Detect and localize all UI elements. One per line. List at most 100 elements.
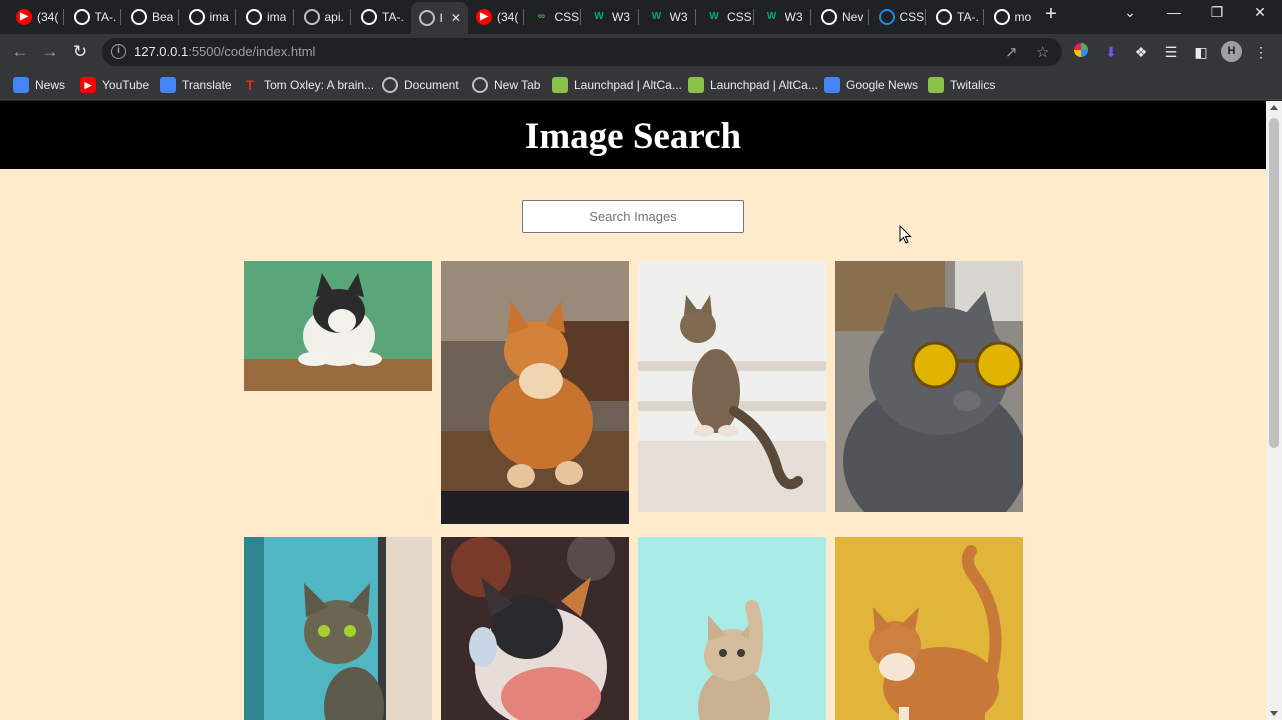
browser-tab[interactable]: ima [238,3,292,30]
browser-tab[interactable]: W CSS [698,3,752,30]
menu-kebab-icon[interactable]: ⋮ [1251,42,1271,62]
youtube-icon: ▶ [16,8,32,25]
browser-tab[interactable]: TA-. [66,3,120,30]
bookmark-star-icon[interactable]: ☆ [1036,43,1049,61]
close-tab-icon[interactable]: ✕ [451,11,461,25]
url-text[interactable]: 127.0.0.1:5500/code/index.html [134,44,315,59]
document-icon [246,8,262,25]
tab-separator [752,9,754,25]
page-scrollbar[interactable] [1266,101,1282,720]
address-bar[interactable]: i 127.0.0.1:5500/code/index.html ↗ ☆ [102,38,1062,66]
cat-calico-red-image [441,537,629,720]
reload-icon[interactable]: ↻ [69,41,91,63]
github-icon [936,8,952,25]
browser-tab[interactable]: TA-. [353,3,407,30]
tab-separator [292,9,294,25]
back-icon[interactable]: ← [9,41,31,63]
tab-title: (34( [37,9,59,24]
download-extension-icon[interactable]: ⬇ [1101,42,1121,62]
github-icon [361,8,377,25]
site-info-icon[interactable]: i [111,44,126,59]
bookmark-item[interactable]: ▶ YouTube [80,77,149,93]
tab-title: CSS [554,9,580,24]
cat-image[interactable] [244,537,432,720]
browser-tab[interactable]: ∞ CSS [526,3,580,30]
bookmark-item[interactable]: Google News [824,77,918,93]
share-icon[interactable]: ↗ [1005,43,1018,61]
cat-image[interactable] [638,537,826,720]
browser-tab[interactable]: ▶ (34( [468,3,522,30]
bookmark-item[interactable]: News [13,77,65,93]
side-panel-icon[interactable]: ◧ [1191,42,1211,62]
chart-icon [688,77,704,93]
scroll-down-icon[interactable] [1270,711,1278,716]
cat-image[interactable] [441,261,629,524]
google-icon [993,8,1010,25]
tab-separator [867,9,869,25]
scrollbar-thumb[interactable] [1269,118,1279,448]
mouse-cursor-icon [899,225,912,244]
cat-tabby-stairs-image [638,261,826,512]
browser-tab[interactable]: W W3 [641,3,695,30]
tab-title: TA-. [94,9,117,24]
close-window-icon[interactable]: ✕ [1245,4,1275,21]
reading-list-icon[interactable]: ☰ [1161,42,1181,62]
browser-tab[interactable]: W W3 [583,3,637,30]
w3schools-icon: W [594,11,604,22]
bookmark-label: Launchpad | AltCa... [574,78,682,92]
w3schools-icon: W [651,11,662,22]
restore-icon[interactable]: ❐ [1202,4,1232,21]
search-input[interactable] [522,200,744,233]
cat-image[interactable] [835,261,1023,512]
browser-tab[interactable]: ima [181,3,235,30]
minimize-icon[interactable]: — [1159,4,1189,20]
color-extension-icon[interactable] [1071,42,1091,62]
cat-image[interactable] [638,261,826,512]
tab-title: (34( [497,9,519,24]
browser-toolbar: ← → ↻ i 127.0.0.1:5500/code/index.html ↗… [0,34,1282,70]
tab-title: W3 [669,9,688,24]
cat-green-background-image [244,261,432,391]
tab-title: CSS [727,9,752,24]
browser-tab[interactable]: I ✕ [410,2,468,34]
cat-image[interactable] [244,261,432,391]
tab-separator [235,9,236,25]
bookmark-item[interactable]: Launchpad | AltCa... [688,77,818,93]
google-news-icon [824,77,840,93]
bookmark-label: YouTube [102,78,150,92]
bookmark-item[interactable]: Twitalics [928,77,995,93]
bookmark-item[interactable]: New Tab [472,77,540,93]
browser-tab[interactable]: ▶ (34( [8,3,62,30]
bookmark-item[interactable]: Translate [160,77,232,93]
tab-search-icon[interactable]: ⌄ [1115,4,1145,21]
browser-tab[interactable]: CSS [871,3,925,30]
tab-title: TA-. [382,9,404,24]
tab-separator [580,9,581,25]
tab-separator [982,9,984,25]
browser-tab[interactable]: TA-. [928,3,982,30]
browser-tab[interactable]: Nev [813,3,867,30]
bookmark-item[interactable]: T Tom Oxley: A brain... [242,77,374,93]
document-icon [188,8,205,25]
browser-tab[interactable]: mo [986,3,1040,30]
forward-icon[interactable]: → [39,41,61,63]
profile-avatar[interactable]: H [1221,41,1242,62]
tab-title: W3 [612,9,630,24]
bookmark-label: Twitalics [950,78,996,92]
tab-title: TA-. [957,9,979,24]
new-tab-icon[interactable]: + [1040,4,1062,26]
browser-tab[interactable]: api. [296,3,350,30]
bookmarks-bar: News ▶ YouTube Translate T Tom Oxley: A brain… [0,70,1282,100]
bookmark-item[interactable]: Document [382,77,459,93]
cat-orange-yellow-image [835,537,1023,720]
scroll-up-icon[interactable] [1270,105,1278,110]
browser-tab[interactable]: W W3 [756,3,810,30]
tab-title: CSS [899,9,925,24]
extensions-puzzle-icon[interactable]: ❖ [1131,42,1151,62]
bookmark-label: Tom Oxley: A brain... [264,78,375,92]
browser-tab[interactable]: Bea [123,3,177,30]
bookmark-item[interactable]: Launchpad | AltCa... [552,77,682,93]
cat-image[interactable] [835,537,1023,720]
cat-image[interactable] [441,537,629,720]
tab-separator [522,9,524,25]
